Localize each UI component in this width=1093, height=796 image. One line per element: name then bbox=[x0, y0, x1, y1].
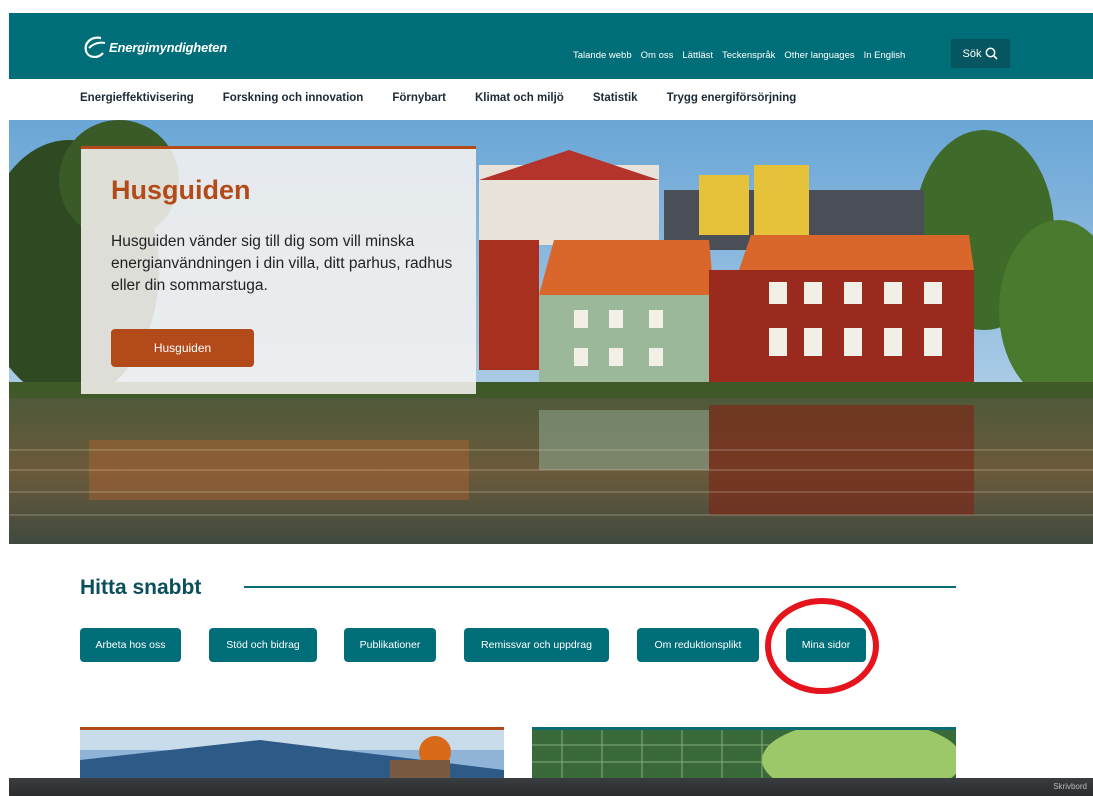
search-icon bbox=[986, 47, 999, 60]
taskbar-desktop-label[interactable]: Skrivbord bbox=[1053, 782, 1087, 791]
site-logo[interactable]: Energimyndigheten bbox=[81, 33, 227, 61]
husguiden-button[interactable]: Husguiden bbox=[111, 329, 254, 367]
utility-links: Talande webb Om oss Lättläst Teckenspråk… bbox=[573, 50, 914, 61]
main-navigation: Energieffektivisering Forskning och inno… bbox=[80, 92, 825, 104]
nav-trygg[interactable]: Trygg energiförsörjning bbox=[667, 92, 797, 104]
link-other-languages[interactable]: Other languages bbox=[784, 50, 854, 61]
quick-links-title: Hitta snabbt bbox=[80, 576, 202, 599]
link-lattlast[interactable]: Lättläst bbox=[682, 50, 713, 61]
divider bbox=[244, 586, 956, 588]
link-in-english[interactable]: In English bbox=[864, 50, 906, 61]
logo-text: Energimyndigheten bbox=[109, 39, 227, 55]
quick-publikationer[interactable]: Publikationer bbox=[344, 628, 436, 662]
quick-stod-och-bidrag[interactable]: Stöd och bidrag bbox=[209, 628, 317, 662]
link-teckensprak[interactable]: Teckenspråk bbox=[722, 50, 775, 61]
nav-statistik[interactable]: Statistik bbox=[593, 92, 638, 104]
news-card-2[interactable] bbox=[532, 727, 956, 779]
hero-text: Husguiden vänder sig till dig som vill m… bbox=[111, 233, 453, 294]
nav-fornybart[interactable]: Förnybart bbox=[392, 92, 446, 104]
hero-title: Husguiden bbox=[111, 175, 251, 205]
nav-forskning[interactable]: Forskning och innovation bbox=[223, 92, 364, 104]
quick-reduktionsplikt[interactable]: Om reduktionsplikt bbox=[637, 628, 759, 662]
quick-arbeta-hos-oss[interactable]: Arbeta hos oss bbox=[80, 628, 181, 662]
highlight-circle bbox=[765, 598, 879, 694]
search-label: Sök bbox=[962, 47, 982, 60]
nav-klimat[interactable]: Klimat och miljö bbox=[475, 92, 564, 104]
logo-icon bbox=[84, 36, 106, 58]
link-talande-webb[interactable]: Talande webb bbox=[573, 50, 632, 61]
search-button[interactable]: Sök bbox=[951, 39, 1010, 68]
top-bar: Energimyndigheten Talande webb Om oss Lä… bbox=[9, 13, 1093, 79]
hero-card: Husguiden Husguiden vänder sig till dig … bbox=[81, 146, 476, 394]
link-om-oss[interactable]: Om oss bbox=[641, 50, 674, 61]
taskbar: Skrivbord bbox=[9, 778, 1093, 796]
nav-energieffektivisering[interactable]: Energieffektivisering bbox=[80, 92, 194, 104]
news-card-1[interactable] bbox=[80, 727, 504, 779]
quick-remissvar[interactable]: Remissvar och uppdrag bbox=[464, 628, 609, 662]
